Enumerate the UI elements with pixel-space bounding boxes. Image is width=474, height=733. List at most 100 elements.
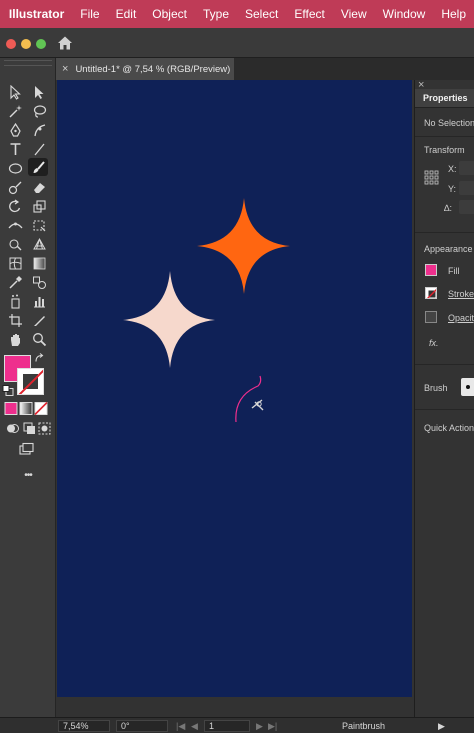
- properties-panel: × Properties No Selection Transform X: Y…: [414, 80, 474, 718]
- quick-actions-heading: Quick Actions: [424, 423, 474, 433]
- current-tool-label: Paintbrush: [342, 721, 386, 731]
- hand-tool-icon[interactable]: [5, 330, 25, 348]
- zoom-level-field[interactable]: 7,54%: [58, 720, 110, 732]
- slice-tool-icon[interactable]: [29, 311, 49, 329]
- gradient-mode-icon[interactable]: [19, 401, 33, 415]
- tools-panel: •••: [0, 58, 56, 733]
- menu-window[interactable]: Window: [375, 7, 434, 21]
- home-icon[interactable]: [56, 34, 74, 52]
- status-menu-icon[interactable]: ▶: [438, 721, 445, 732]
- artboard-tool-icon[interactable]: [5, 311, 25, 329]
- properties-tab[interactable]: Properties: [415, 89, 474, 108]
- next-artboard-icon[interactable]: ▶: [256, 721, 263, 732]
- zoom-tool-icon[interactable]: [29, 330, 49, 348]
- type-tool-icon[interactable]: [5, 140, 25, 158]
- opacity-label[interactable]: Opacity: [448, 313, 474, 323]
- x-label: X:: [448, 164, 457, 174]
- properties-tab-label: Properties: [423, 93, 468, 103]
- stroke-label[interactable]: Stroke: [448, 289, 474, 299]
- fill-swatch[interactable]: [425, 264, 437, 276]
- curvature-tool-icon[interactable]: [29, 121, 49, 139]
- x-field[interactable]: [459, 161, 474, 175]
- edit-toolbar-icon[interactable]: •••: [18, 466, 38, 484]
- divider: [415, 136, 474, 137]
- first-artboard-icon[interactable]: |◀: [176, 721, 185, 732]
- stroke-color-swatch[interactable]: [17, 368, 44, 395]
- document-tab-bar: × Untitled-1* @ 7,54 % (RGB/Preview): [56, 58, 474, 80]
- menu-view[interactable]: View: [333, 7, 375, 21]
- y-label: Y:: [448, 184, 457, 194]
- menu-select[interactable]: Select: [237, 7, 286, 21]
- ellipse-tool-icon[interactable]: [5, 159, 25, 177]
- screen-mode-icon[interactable]: [16, 440, 36, 458]
- shaper-tool-icon[interactable]: [5, 178, 25, 196]
- perspective-grid-tool-icon[interactable]: [29, 235, 49, 253]
- menu-file[interactable]: File: [72, 7, 107, 21]
- artboard-canvas[interactable]: [57, 80, 412, 697]
- color-mode-icon[interactable]: [4, 401, 18, 415]
- application-bar: [0, 28, 474, 58]
- menu-illustrator[interactable]: Illustrator: [5, 7, 72, 21]
- window-zoom-button[interactable]: [36, 39, 46, 49]
- shape-builder-tool-icon[interactable]: [5, 235, 25, 253]
- paintbrush-cursor-icon: [251, 399, 264, 411]
- column-graph-tool-icon[interactable]: [29, 292, 49, 310]
- swap-fill-stroke-icon[interactable]: [34, 352, 46, 364]
- opacity-icon[interactable]: [425, 311, 437, 323]
- menu-effect[interactable]: Effect: [286, 7, 332, 21]
- rotate-angle-field[interactable]: [459, 200, 474, 214]
- eyedropper-tool-icon[interactable]: [5, 273, 25, 291]
- reference-point-icon[interactable]: [424, 170, 439, 190]
- stroke-swatch[interactable]: [425, 287, 437, 299]
- paintbrush-stroke[interactable]: [235, 375, 262, 423]
- paintbrush-tool-icon[interactable]: [28, 158, 48, 176]
- fx-icon[interactable]: fx.: [429, 338, 439, 348]
- peach-four-point-star[interactable]: [123, 271, 215, 368]
- divider: [415, 232, 474, 233]
- transform-heading: Transform: [424, 145, 465, 155]
- window-close-button[interactable]: [6, 39, 16, 49]
- fill-label[interactable]: Fill: [448, 266, 460, 276]
- selection-tool-icon[interactable]: [5, 83, 25, 101]
- blend-tool-icon[interactable]: [29, 273, 49, 291]
- menu-type[interactable]: Type: [195, 7, 237, 21]
- menu-edit[interactable]: Edit: [108, 7, 145, 21]
- eraser-tool-icon[interactable]: [29, 178, 49, 196]
- menu-help[interactable]: Help: [433, 7, 474, 21]
- rotate-angle-label: ∆:: [444, 203, 453, 213]
- tab-title: Untitled-1* @ 7,54 % (RGB/Preview): [75, 63, 231, 75]
- brush-label: Brush: [424, 383, 448, 393]
- orange-four-point-star[interactable]: [197, 198, 290, 294]
- close-icon[interactable]: ×: [62, 63, 68, 75]
- lasso-tool-icon[interactable]: [29, 102, 49, 120]
- brush-selector[interactable]: [461, 378, 474, 396]
- width-tool-icon[interactable]: [5, 216, 25, 234]
- rotate-tool-icon[interactable]: [5, 197, 25, 215]
- none-mode-icon[interactable]: [34, 401, 48, 415]
- symbol-sprayer-tool-icon[interactable]: [5, 292, 25, 310]
- pen-tool-icon[interactable]: [5, 121, 25, 139]
- y-field[interactable]: [459, 181, 474, 195]
- window-minimize-button[interactable]: [21, 39, 31, 49]
- direct-selection-tool-icon[interactable]: [29, 83, 49, 101]
- free-transform-tool-icon[interactable]: [29, 216, 49, 234]
- menu-object[interactable]: Object: [144, 7, 195, 21]
- gradient-tool-icon[interactable]: [29, 254, 49, 272]
- previous-artboard-icon[interactable]: ◀: [191, 721, 198, 732]
- divider: [415, 364, 474, 365]
- artboard-number-field[interactable]: 1: [204, 720, 250, 732]
- scale-tool-icon[interactable]: [29, 197, 49, 215]
- default-fill-stroke-icon[interactable]: [2, 384, 14, 396]
- tab-untitled-1[interactable]: × Untitled-1* @ 7,54 % (RGB/Preview): [56, 58, 234, 80]
- draw-inside-icon[interactable]: [34, 419, 54, 437]
- divider: [415, 409, 474, 410]
- menu-bar: Illustrator File Edit Object Type Select…: [0, 0, 474, 28]
- appearance-heading: Appearance: [424, 244, 473, 254]
- panel-grip[interactable]: [4, 60, 52, 66]
- magic-wand-tool-icon[interactable]: [5, 102, 25, 120]
- mesh-tool-icon[interactable]: [5, 254, 25, 272]
- rotation-field[interactable]: 0°: [116, 720, 168, 732]
- line-segment-tool-icon[interactable]: [29, 140, 49, 158]
- last-artboard-icon[interactable]: ▶|: [268, 721, 277, 732]
- selection-status: No Selection: [424, 118, 474, 128]
